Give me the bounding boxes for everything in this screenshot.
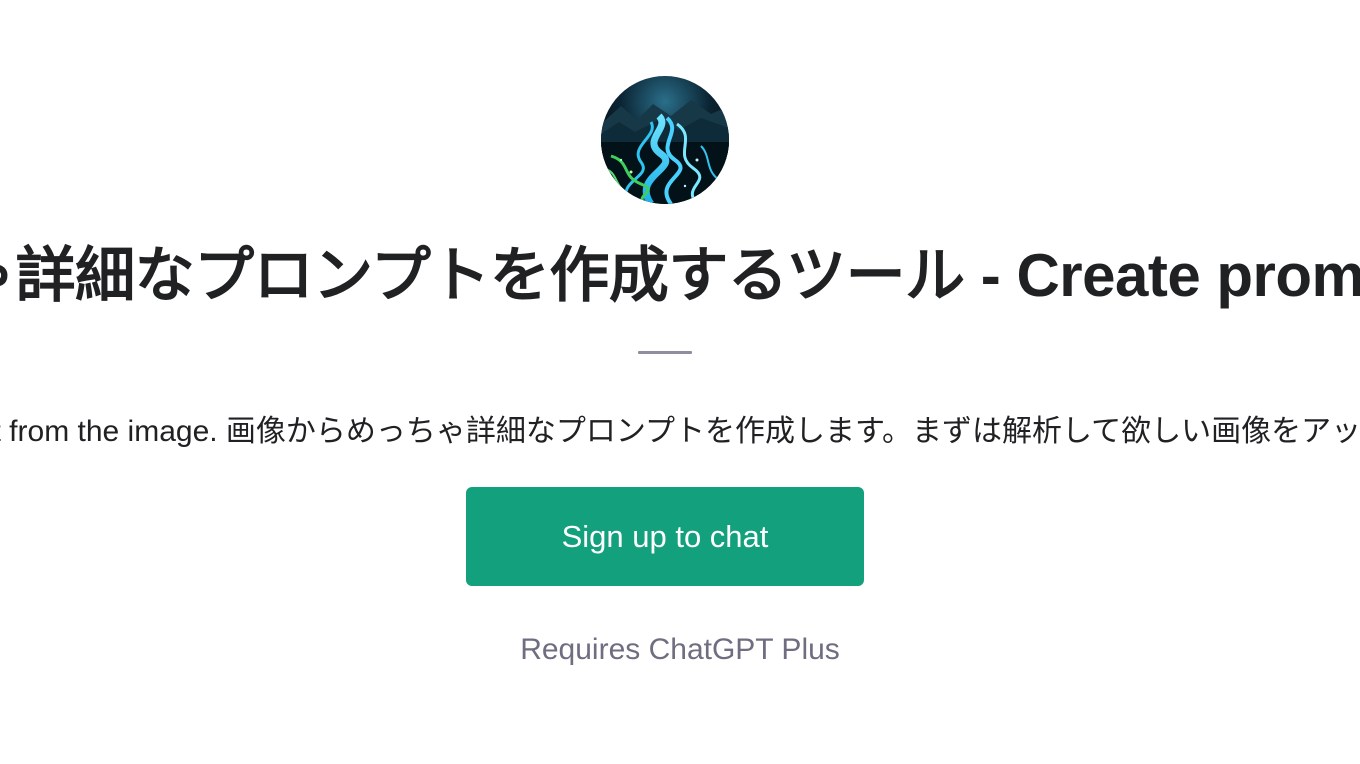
- sign-up-to-chat-button[interactable]: Sign up to chat: [466, 487, 864, 586]
- requires-plus-note: Requires ChatGPT Plus: [520, 633, 840, 666]
- divider: [638, 351, 692, 354]
- gpt-title: 画像からめっちゃ詳細なプロンプトを作成するツール - Create prompt…: [0, 242, 1360, 309]
- gpt-title-container: 画像からめっちゃ詳細なプロンプトを作成するツール - Create prompt…: [0, 240, 1360, 312]
- gpt-avatar: [601, 76, 729, 204]
- gpt-landing-page: 画像からめっちゃ詳細なプロンプトを作成するツール - Create prompt…: [0, 0, 1360, 764]
- gpt-description-container: Create a detailed prompt from the image.…: [0, 412, 1360, 452]
- abstract-landscape-avatar-icon: [601, 76, 729, 204]
- gpt-description: Create a detailed prompt from the image.…: [0, 415, 1360, 448]
